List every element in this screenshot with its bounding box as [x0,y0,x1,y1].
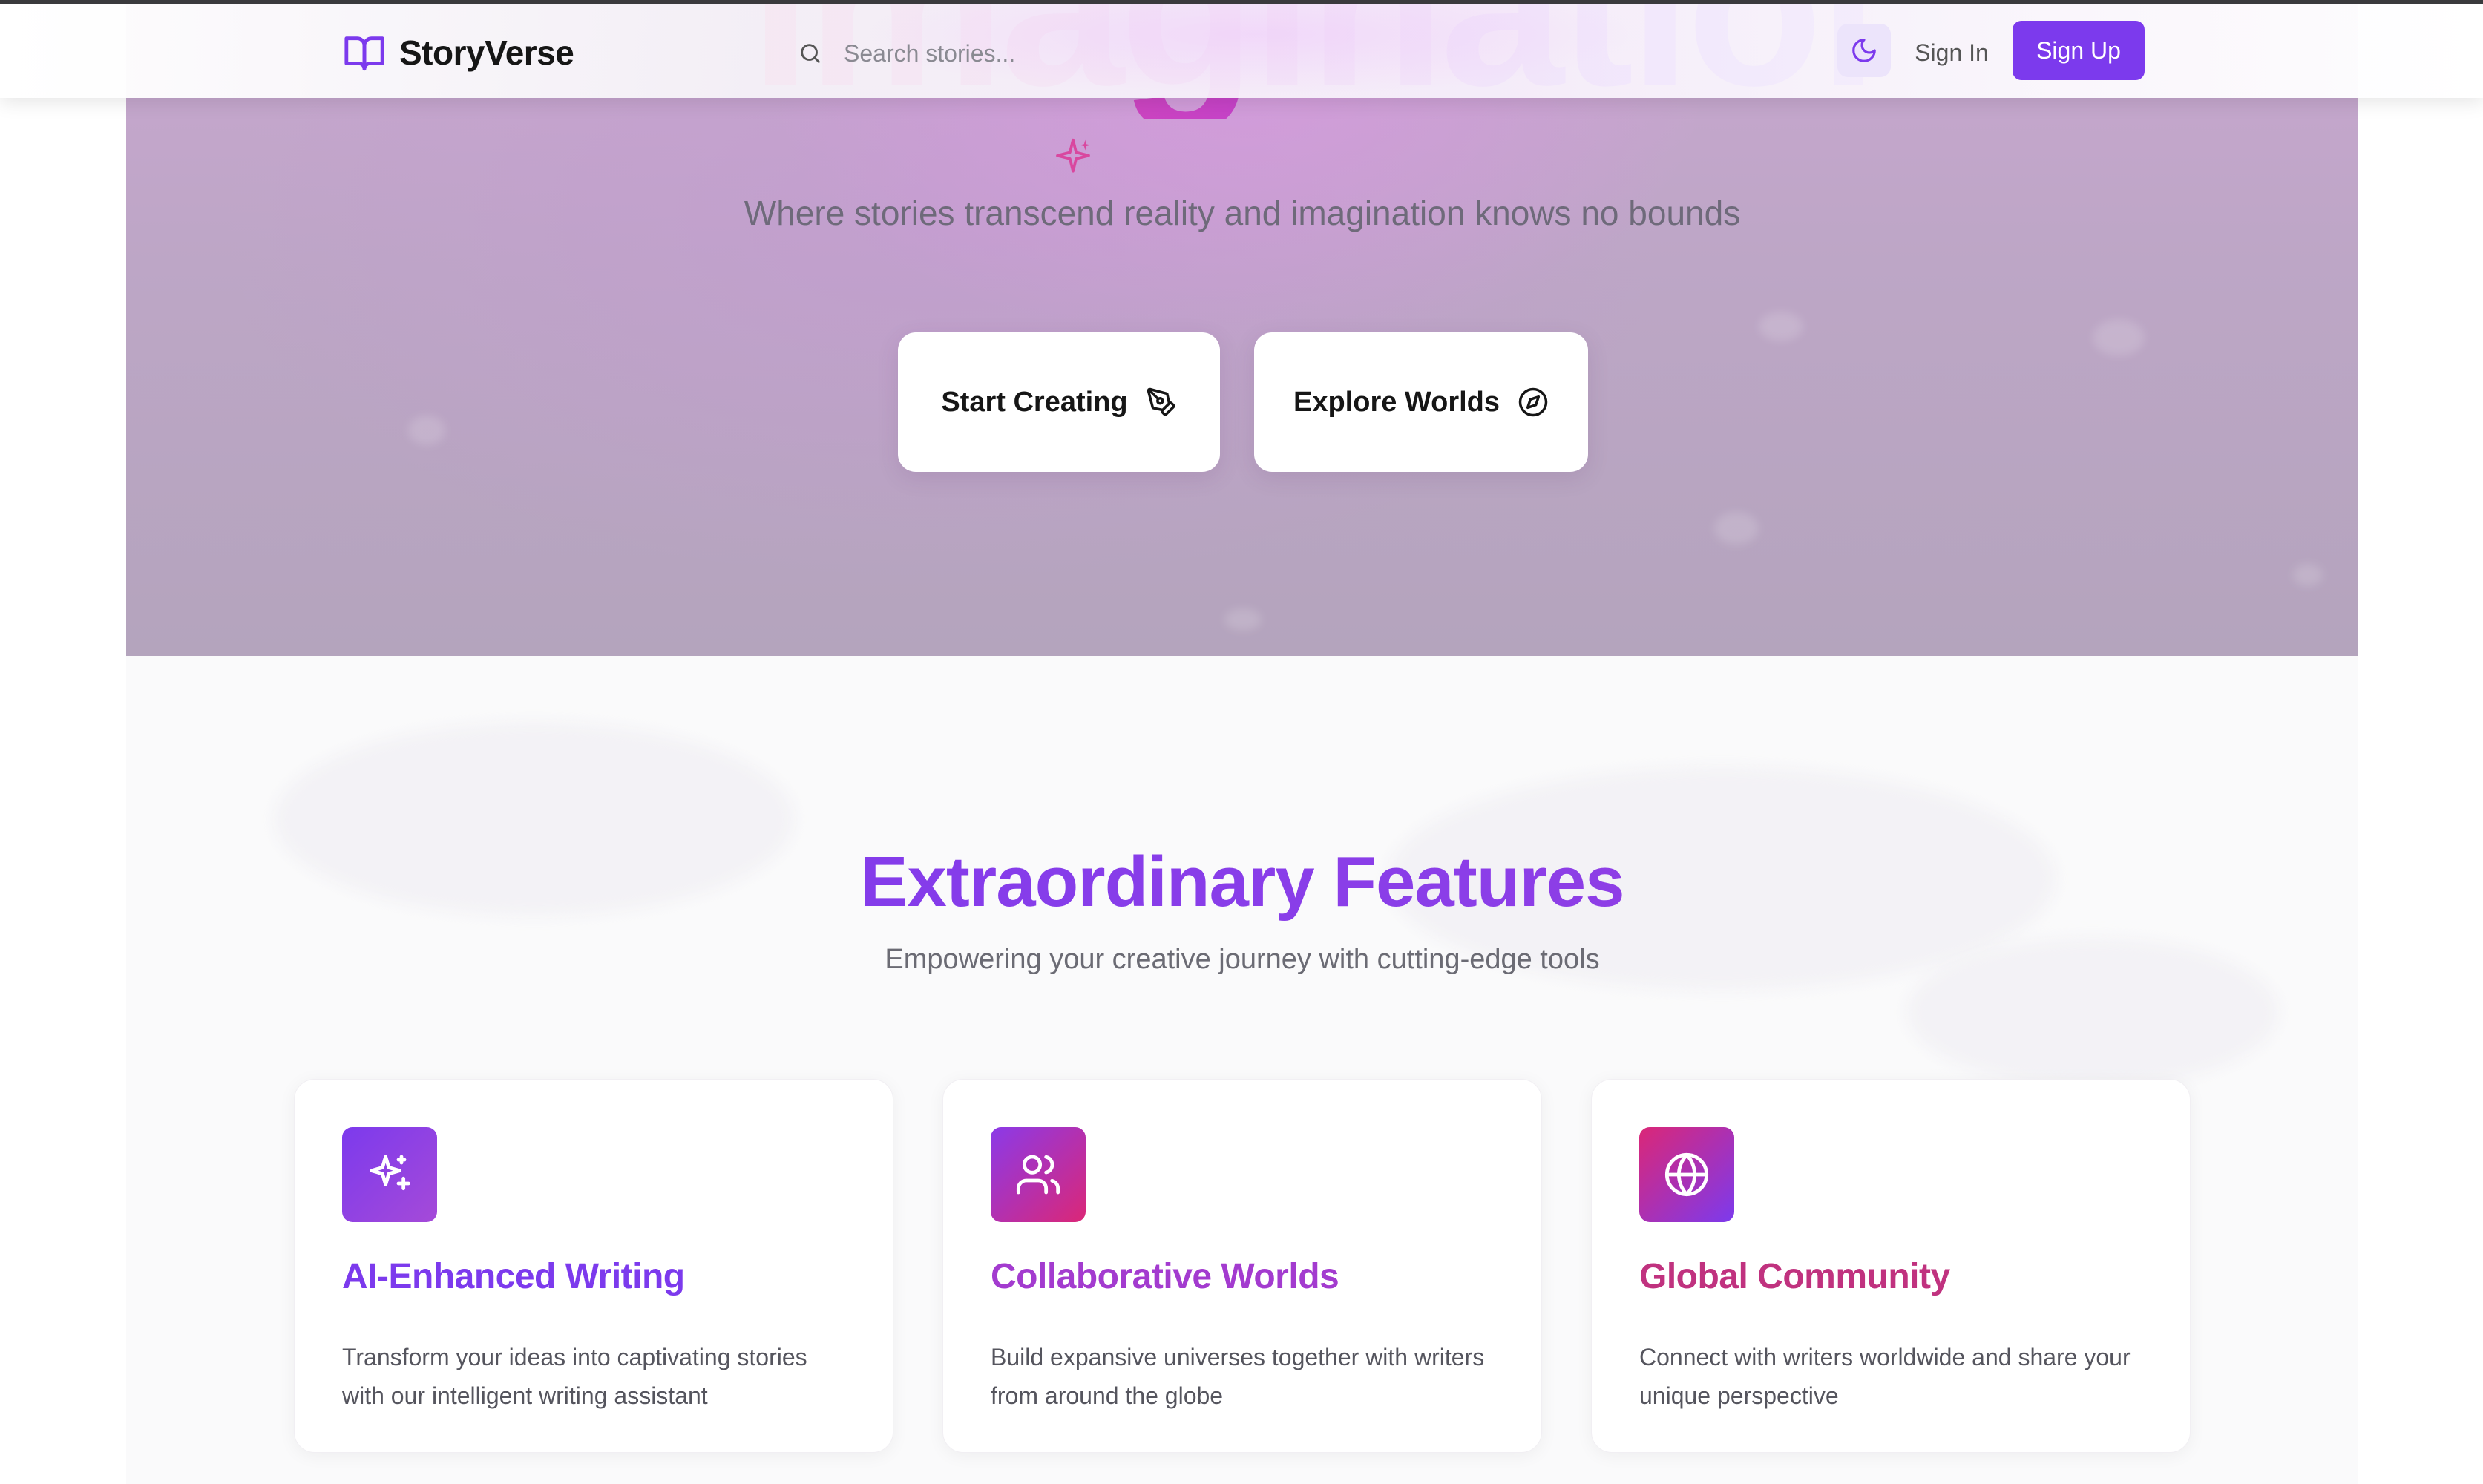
hero-bokeh [1224,608,1262,631]
feature-title: AI-Enhanced Writing [342,1257,685,1296]
open-book-icon [344,36,384,71]
feature-card-global-community[interactable]: Global Community Connect with writers wo… [1591,1079,2191,1453]
hero-section: imagination Where stories transcend real… [126,0,2358,656]
feature-title: Collaborative Worlds [991,1257,1339,1296]
sparkles-icon [370,1155,410,1191]
theme-toggle-button[interactable] [1837,24,1891,77]
sign-up-button[interactable]: Sign Up [2013,21,2145,80]
sparkle-icon [1056,138,1091,173]
explore-worlds-button[interactable]: Explore Worlds [1254,332,1588,472]
search-input[interactable] [842,39,1288,68]
start-creating-label: Start Creating [941,386,1128,418]
features-title: Extraordinary Features [126,841,2358,923]
globe-icon [1664,1152,1709,1197]
sign-in-button[interactable]: Sign In [1915,24,1989,82]
hero-bokeh [1759,312,1803,341]
hero-bokeh [2093,319,2145,356]
feature-description: Transform your ideas into captivating st… [342,1344,807,1409]
features-section: Extraordinary Features Empowering your c… [126,656,2358,1484]
hero-subtitle: Where stories transcend reality and imag… [744,194,1741,232]
feature-icon-badge [342,1127,437,1222]
feature-description: Build expansive universes together with … [991,1344,1485,1409]
pen-tool-icon [1147,387,1175,416]
users-icon [1016,1155,1060,1195]
search-bar [798,30,1362,77]
feature-title: Global Community [1639,1257,1950,1296]
feature-description: Connect with writers worldwide and share… [1639,1344,2131,1409]
explore-worlds-label: Explore Worlds [1293,386,1500,418]
app-name: StoryVerse [399,33,574,72]
hero-bokeh [1714,512,1759,545]
logo-link[interactable]: StoryVerse [341,31,574,74]
search-icon [801,44,820,63]
hero-bokeh [2293,564,2323,586]
moon-icon [1852,39,1876,62]
top-navbar: StoryVerse Sign In Sign Up [0,4,2483,98]
window-top-border [0,0,2483,4]
feature-card-ai-writing[interactable]: AI-Enhanced Writing Transform your ideas… [294,1079,893,1453]
features-subtitle: Empowering your creative journey with cu… [885,944,1600,975]
feature-icon-badge [991,1127,1086,1222]
hero-bokeh [408,416,445,445]
compass-icon [1518,387,1548,417]
feature-icon-badge [1639,1127,1734,1222]
feature-card-collaborative-worlds[interactable]: Collaborative Worlds Build expansive uni… [942,1079,1542,1453]
start-creating-button[interactable]: Start Creating [898,332,1220,472]
